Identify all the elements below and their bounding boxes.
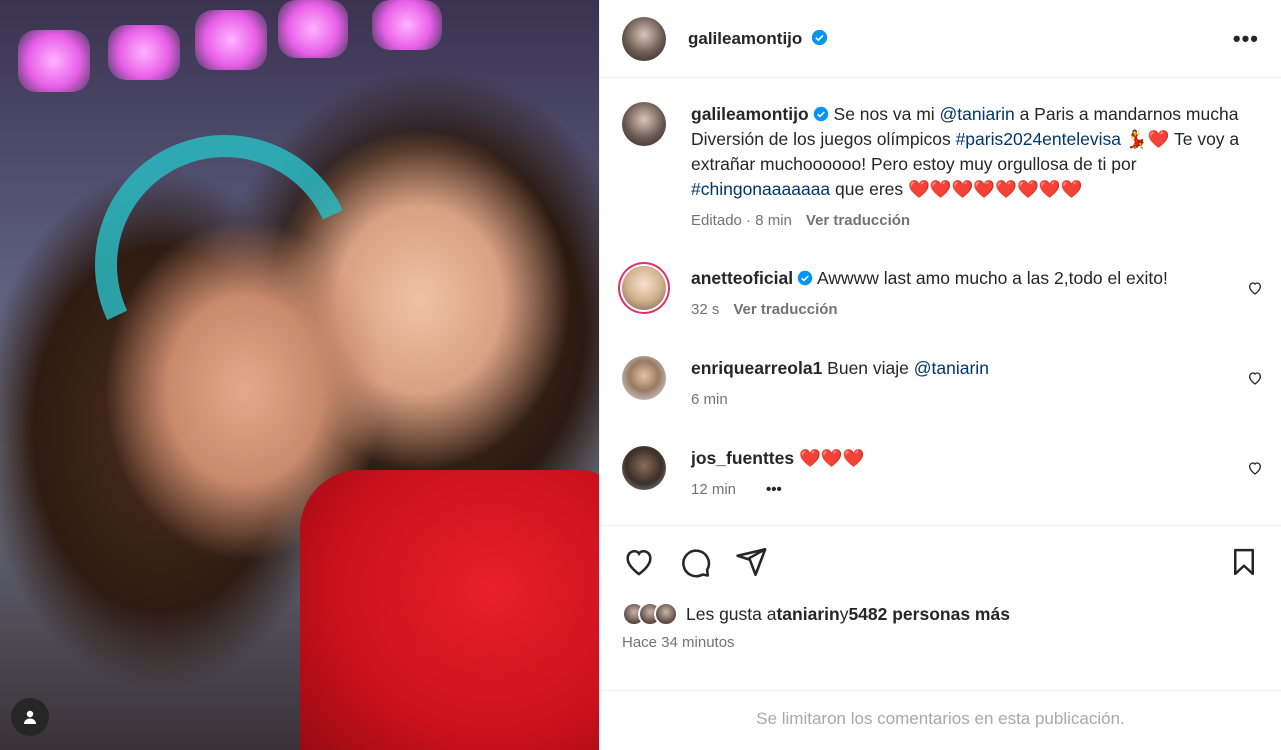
comment-time: 12 min: [691, 481, 737, 498]
verified-icon: [797, 270, 813, 286]
comment-time: 32 s: [691, 301, 720, 318]
like-comment-icon[interactable]: [1247, 460, 1263, 476]
comment-text: enriquearreola1 Buen viaje @taniarin: [691, 356, 1271, 381]
post-image[interactable]: [0, 0, 599, 750]
likes-summary: Les gusta a taniarin y 5482 personas más: [622, 602, 1010, 626]
caption-text: galileamontijo Se nos va mi @taniarin a …: [691, 102, 1271, 202]
comment-text: anetteoficial Awwww last amo mucho a las…: [691, 266, 1271, 291]
heart-icon: [626, 549, 652, 576]
caption-body: galileamontijo Se nos va mi @taniarin a …: [691, 102, 1271, 229]
liker-username[interactable]: taniarin: [776, 604, 839, 625]
post-actions: [622, 540, 1259, 584]
comment-content: ❤️❤️❤️: [794, 448, 865, 468]
comment-username[interactable]: jos_fuenttes: [691, 448, 794, 468]
send-icon: [736, 547, 767, 577]
comment: enriquearreola1 Buen viaje @taniarin 6 m…: [622, 356, 1271, 408]
comments-limited-notice: Se limitaron los comentarios en esta pub…: [600, 690, 1281, 729]
comment-content: Buen viaje: [822, 358, 914, 378]
hashtag-link[interactable]: #paris2024entelevisa: [956, 129, 1121, 149]
save-button[interactable]: [1229, 546, 1259, 578]
verified-icon: [813, 106, 828, 122]
liker-avatars: [622, 602, 678, 626]
translate-link[interactable]: Ver traducción: [806, 212, 910, 229]
post-details-panel: galileamontijo ••• galileamontijo Se nos…: [599, 0, 1281, 750]
avatar[interactable]: [622, 356, 666, 400]
comment-icon: [682, 549, 711, 578]
caption-username[interactable]: galileamontijo: [691, 104, 809, 124]
author-username[interactable]: galileamontijo: [688, 29, 802, 48]
caption-segment: Se nos va mi: [828, 104, 940, 124]
comment-content: Awwww last amo mucho a las 2,todo el exi…: [813, 268, 1168, 288]
bookmark-icon: [1234, 548, 1254, 576]
comment-button[interactable]: [678, 545, 712, 579]
likes-count[interactable]: 5482 personas más: [848, 604, 1010, 625]
comment-meta: 32 s Ver traducción: [691, 301, 1271, 318]
comment-body: enriquearreola1 Buen viaje @taniarin 6 m…: [691, 356, 1271, 408]
hashtag-link[interactable]: #chingonaaaaaaa: [691, 179, 830, 199]
like-comment-icon[interactable]: [1247, 370, 1263, 386]
comment: jos_fuenttes ❤️❤️❤️ 12 min •••: [622, 446, 1271, 498]
avatar: [654, 602, 678, 626]
caption: galileamontijo Se nos va mi @taniarin a …: [622, 102, 1271, 229]
mention-link[interactable]: @taniarin: [914, 358, 989, 378]
mention-link[interactable]: @taniarin: [940, 104, 1015, 124]
likes-prefix: Les gusta a: [686, 603, 777, 624]
stage-light: [372, 0, 442, 50]
caption-meta: Editado · 8 min Ver traducción: [691, 212, 1271, 229]
avatar[interactable]: [622, 266, 666, 310]
stage-light: [278, 0, 348, 58]
stage-arc: [58, 98, 392, 432]
stage-light: [108, 25, 180, 80]
translate-link[interactable]: Ver traducción: [733, 301, 837, 318]
like-button[interactable]: [622, 545, 656, 579]
stage-light: [18, 30, 90, 92]
stage-light: [195, 10, 267, 70]
divider: [600, 525, 1281, 526]
post-timestamp[interactable]: Hace 34 minutos: [622, 634, 735, 651]
comment-username[interactable]: anetteoficial: [691, 268, 793, 288]
share-button[interactable]: [734, 545, 768, 579]
comment-text: jos_fuenttes ❤️❤️❤️: [691, 446, 1271, 471]
verified-icon: [811, 29, 827, 45]
tagged-users-button[interactable]: [11, 698, 49, 736]
comment-username[interactable]: enriquearreola1: [691, 358, 822, 378]
comment-time: 6 min: [691, 391, 728, 408]
red-jacket: [300, 470, 599, 750]
comment-body: anetteoficial Awwww last amo mucho a las…: [691, 266, 1271, 318]
edited-label: Editado · 8 min: [691, 212, 792, 229]
avatar[interactable]: [622, 102, 666, 146]
comment-body: jos_fuenttes ❤️❤️❤️ 12 min •••: [691, 446, 1271, 498]
avatar[interactable]: [622, 16, 666, 61]
likes-middle: y: [839, 603, 849, 624]
comment-meta: 12 min •••: [691, 481, 1271, 498]
comment-meta: 6 min: [691, 391, 1271, 408]
more-options-button[interactable]: •••: [1233, 26, 1259, 52]
user-icon: [24, 710, 36, 724]
comment: anetteoficial Awwww last amo mucho a las…: [622, 266, 1271, 318]
like-comment-icon[interactable]: [1247, 280, 1263, 296]
caption-segment: que eres ❤️❤️❤️❤️❤️❤️❤️❤️: [830, 179, 1083, 199]
post-header: galileamontijo •••: [600, 0, 1281, 78]
comment-options-button[interactable]: •••: [766, 481, 782, 498]
header-user: galileamontijo: [688, 29, 828, 49]
avatar[interactable]: [622, 446, 666, 490]
